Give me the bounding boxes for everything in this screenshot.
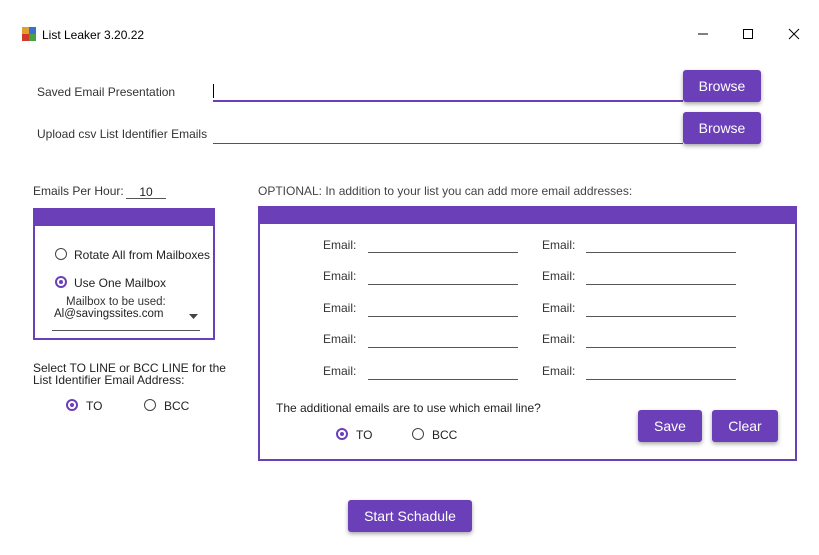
email-input-10[interactable] [586, 379, 736, 380]
text-cursor [213, 84, 214, 98]
extra-bcc-label: BCC [432, 428, 458, 442]
rotate-label: Rotate All from Mailboxes [74, 248, 211, 262]
title-bar: List Leaker 3.20.22 [0, 0, 819, 66]
email-input-4[interactable] [586, 284, 736, 285]
minimize-icon [698, 33, 708, 35]
email-label: Email: [542, 332, 576, 346]
email-input-9[interactable] [368, 379, 518, 380]
extra-bcc-radio[interactable] [412, 428, 424, 440]
emails-per-hour-value: 10 [139, 185, 153, 199]
close-icon [788, 28, 800, 40]
email-label: Email: [323, 301, 357, 315]
browse-csv-button[interactable]: Browse [683, 112, 761, 144]
additional-emails-panel-header [260, 208, 795, 224]
extra-to-label: TO [356, 428, 373, 442]
one-mailbox-radio[interactable] [55, 276, 67, 288]
mailbox-select-label: Mailbox to be used: [66, 296, 166, 308]
email-input-2[interactable] [586, 252, 736, 253]
additional-emails-panel: Email: Email: Email: Email: Email: Email… [258, 206, 797, 461]
window-title: List Leaker 3.20.22 [42, 28, 145, 42]
email-input-6[interactable] [586, 316, 736, 317]
extra-to-radio[interactable] [336, 428, 348, 440]
rotate-radio[interactable] [55, 248, 67, 260]
email-input-5[interactable] [368, 316, 518, 317]
emails-per-hour-label: Emails Per Hour: [33, 184, 124, 198]
email-line-question: The additional emails are to use which e… [276, 401, 541, 415]
maximize-button[interactable] [728, 19, 768, 49]
email-label: Email: [323, 364, 357, 378]
line-select-label-2: List Identifier Email Address: [33, 373, 185, 387]
email-input-3[interactable] [368, 284, 518, 285]
clear-button[interactable]: Clear [712, 410, 778, 442]
saved-email-label: Saved Email Presentation [37, 85, 176, 99]
email-label: Email: [542, 269, 576, 283]
list-to-radio[interactable] [66, 399, 78, 411]
email-label: Email: [542, 301, 576, 315]
list-to-label: TO [86, 399, 103, 413]
saved-email-field[interactable] [213, 84, 683, 102]
email-label: Email: [542, 364, 576, 378]
email-label: Email: [323, 269, 357, 283]
app-icon [22, 27, 36, 41]
close-button[interactable] [774, 19, 814, 49]
chevron-down-icon [189, 314, 198, 319]
list-bcc-label: BCC [164, 399, 190, 413]
mailbox-selected-value: Al@savingssites.com [54, 308, 164, 320]
maximize-icon [743, 29, 753, 39]
list-bcc-radio[interactable] [144, 399, 156, 411]
email-label: Email: [323, 238, 357, 252]
email-input-7[interactable] [368, 347, 518, 348]
upload-csv-label: Upload csv List Identifier Emails [37, 127, 208, 141]
mailbox-dropdown[interactable]: Al@savingssites.com [52, 308, 200, 331]
browse-presentation-button[interactable]: Browse [683, 70, 761, 102]
email-label: Email: [323, 332, 357, 346]
mailbox-panel-header [35, 210, 213, 226]
optional-header: OPTIONAL: In addition to your list you c… [258, 184, 633, 198]
save-button[interactable]: Save [638, 410, 702, 442]
start-schedule-button[interactable]: Start Schadule [348, 500, 472, 532]
minimize-button[interactable] [683, 19, 723, 49]
email-input-8[interactable] [586, 347, 736, 348]
email-label: Email: [542, 238, 576, 252]
mailbox-panel: Rotate All from Mailboxes Use One Mailbo… [33, 208, 215, 340]
one-mailbox-label: Use One Mailbox [74, 276, 167, 290]
upload-csv-field[interactable] [213, 127, 683, 144]
emails-per-hour-field[interactable]: 10 [126, 183, 166, 199]
email-input-1[interactable] [368, 252, 518, 253]
